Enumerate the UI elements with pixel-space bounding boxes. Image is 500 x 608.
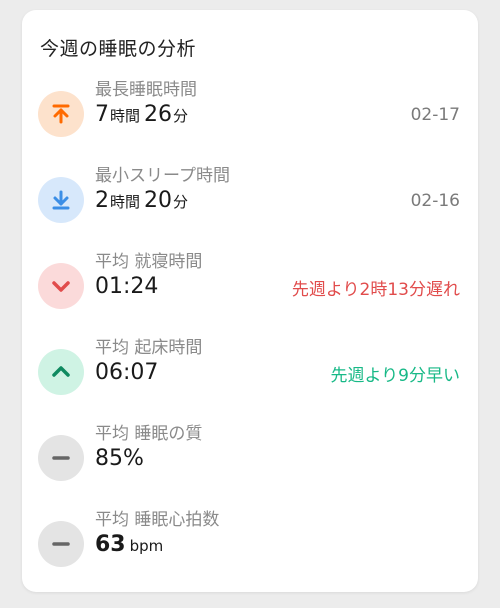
arrow-up-to-line-icon [38, 91, 84, 137]
longest-sleep-row[interactable]: 最長睡眠時間 7時間 26分 02-17 [22, 72, 478, 158]
waketime-comparison: 先週より9分早い [330, 365, 460, 386]
bedtime-value: 01:24 [95, 274, 159, 299]
row-value: 85% [95, 448, 144, 470]
heart-rate-value: 63 [95, 532, 126, 557]
hours-value: 7 [95, 102, 109, 127]
average-waketime-row[interactable]: 平均 起床時間 06:07 先週より9分早い [22, 330, 478, 416]
row-value: 7時間 26分 [95, 104, 188, 126]
card-title: 今週の睡眠の分析 [40, 38, 197, 60]
hours-value: 2 [95, 188, 109, 213]
average-bedtime-row[interactable]: 平均 就寝時間 01:24 先週より2時13分遅れ [22, 244, 478, 330]
minutes-value: 26 [144, 102, 173, 127]
chevron-down-icon [38, 263, 84, 309]
heart-rate-unit: bpm [129, 537, 164, 555]
hours-unit: 時間 [110, 193, 141, 211]
average-sleep-heart-rate-row[interactable]: 平均 睡眠心拍数 63 bpm [22, 502, 478, 588]
date-label: 02-17 [410, 105, 460, 125]
row-label: 平均 睡眠の質 [95, 424, 203, 444]
row-label: 平均 就寝時間 [95, 252, 203, 272]
average-sleep-quality-row[interactable]: 平均 睡眠の質 85% [22, 416, 478, 502]
row-value: 06:07 [95, 362, 158, 384]
chevron-up-icon [38, 349, 84, 395]
row-value: 2時間 20分 [95, 190, 188, 212]
row-label: 平均 起床時間 [95, 338, 203, 358]
row-value: 01:24 [95, 276, 158, 298]
bedtime-comparison: 先週より2時13分遅れ [291, 279, 460, 300]
arrow-down-to-line-icon [38, 177, 84, 223]
minus-icon [38, 521, 84, 567]
shortest-sleep-row[interactable]: 最小スリープ時間 2時間 20分 02-16 [22, 158, 478, 244]
row-label: 最長睡眠時間 [95, 80, 197, 100]
waketime-value: 06:07 [95, 360, 159, 385]
minutes-unit: 分 [173, 193, 189, 211]
row-value: 63 bpm [95, 534, 163, 556]
minutes-value: 20 [144, 188, 173, 213]
sleep-quality-value: 85% [95, 446, 144, 471]
row-label: 最小スリープ時間 [95, 166, 230, 186]
minutes-unit: 分 [173, 107, 189, 125]
date-label: 02-16 [410, 191, 460, 211]
row-label: 平均 睡眠心拍数 [95, 510, 220, 530]
hours-unit: 時間 [110, 107, 141, 125]
sleep-analysis-card: 今週の睡眠の分析 最長睡眠時間 7時間 26分 02-17 最小スリープ時間 2時… [22, 10, 478, 592]
minus-icon [38, 435, 84, 481]
